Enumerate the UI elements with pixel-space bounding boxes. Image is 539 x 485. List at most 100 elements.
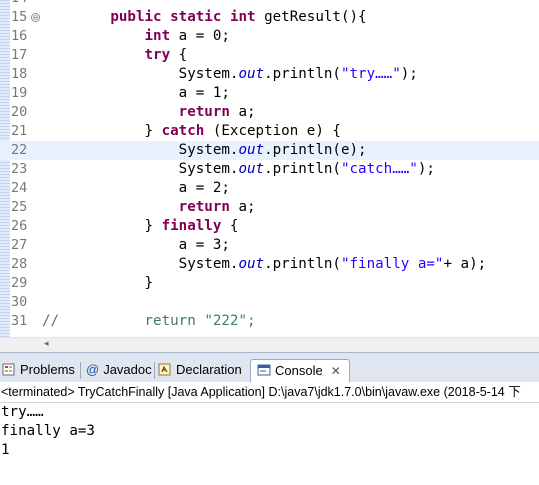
code-token: { — [221, 218, 239, 234]
code-token: a = 0; — [170, 28, 230, 44]
code-line[interactable]: 19 a = 1; — [0, 84, 539, 103]
fold-toggle-icon[interactable]: ⊖ — [31, 13, 40, 22]
code-line[interactable]: 18 System.out.println("try……"); — [0, 65, 539, 84]
console-line: finally a=3 — [1, 423, 95, 439]
code-text: } catch (Exception e) { — [42, 122, 341, 141]
console-output[interactable]: try…… finally a=3 1 — [0, 403, 539, 485]
line-number: 29 — [11, 275, 28, 291]
code-line[interactable]: 22 System.out.println(e); — [0, 141, 539, 160]
code-token: int — [144, 28, 171, 44]
line-number: 15 — [11, 9, 28, 25]
code-token: ); — [400, 66, 418, 82]
code-token: static — [170, 9, 222, 25]
code-text: try { — [42, 46, 188, 65]
code-token: System. — [42, 142, 239, 158]
line-number: 16 — [11, 28, 28, 44]
code-token: "finally a=" — [340, 256, 444, 272]
line-number: 28 — [11, 256, 28, 272]
code-text: System.out.println("finally a="+ a); — [42, 255, 487, 274]
code-token: { — [170, 47, 188, 63]
code-token: out — [238, 142, 265, 158]
code-text: public static int getResult(){ — [42, 8, 367, 27]
code-token: getResult(){ — [255, 9, 367, 25]
line-number: 18 — [11, 66, 28, 82]
code-token: "try……" — [340, 66, 401, 82]
code-token: .println( — [264, 161, 341, 177]
code-token: return — [178, 199, 230, 215]
code-text: a = 2; — [42, 179, 230, 198]
scroll-left-icon[interactable]: ◂ — [44, 339, 49, 349]
code-token: System. — [42, 256, 239, 272]
code-area[interactable]: 1415⊖ public static int getResult(){16 i… — [0, 0, 539, 331]
code-token: .println( — [264, 256, 341, 272]
code-token: try — [144, 47, 171, 63]
code-token: System. — [42, 66, 239, 82]
code-token: + a); — [443, 256, 487, 272]
tab-label: Javadoc — [103, 362, 152, 377]
code-token: out — [238, 256, 265, 272]
line-number: 20 — [11, 104, 28, 120]
problems-icon — [2, 361, 16, 376]
code-text: int a = 0; — [42, 27, 230, 46]
code-token: // — [42, 313, 60, 329]
code-token: (Exception e) { — [204, 123, 341, 139]
code-token: "222"; — [204, 313, 256, 329]
code-line[interactable]: 23 System.out.println("catch……"); — [0, 160, 539, 179]
code-token: return — [178, 104, 230, 120]
code-token: } — [42, 123, 162, 139]
code-line[interactable]: 26 } finally { — [0, 217, 539, 236]
code-token: int — [229, 9, 256, 25]
line-number: 25 — [11, 199, 28, 215]
code-line[interactable]: 25 return a; — [0, 198, 539, 217]
code-token: out — [238, 161, 265, 177]
tab-problems[interactable]: Problems — [2, 359, 75, 383]
declaration-icon — [158, 361, 172, 376]
code-token: a; — [229, 104, 256, 120]
code-token: a; — [229, 199, 256, 215]
tab-declaration[interactable]: Declaration — [158, 359, 242, 383]
code-line[interactable]: 17 try { — [0, 46, 539, 65]
code-text: System.out.println("try……"); — [42, 65, 418, 84]
code-token: a = 3; — [42, 237, 230, 253]
close-icon[interactable]: ✕ — [331, 360, 341, 382]
tab-console[interactable]: Console ✕ — [250, 359, 350, 383]
code-token: return — [144, 313, 196, 329]
code-text: return a; — [42, 198, 256, 217]
code-line[interactable]: 28 System.out.println("finally a="+ a); — [0, 255, 539, 274]
code-token: a = 2; — [42, 180, 230, 196]
line-number: 19 — [11, 85, 28, 101]
code-token: finally — [161, 218, 222, 234]
code-line[interactable]: 31 // return "222"; — [0, 312, 539, 331]
code-token: .println( — [264, 66, 341, 82]
code-line[interactable]: 30 — [0, 293, 539, 312]
view-tab-bar: Problems @ Javadoc Declaration Console ✕ — [0, 352, 539, 383]
code-token: public — [110, 9, 162, 25]
code-editor[interactable]: 1415⊖ public static int getResult(){16 i… — [0, 0, 539, 337]
code-text: a = 3; — [42, 236, 230, 255]
code-line[interactable]: 20 return a; — [0, 103, 539, 122]
code-line[interactable]: 21 } catch (Exception e) { — [0, 122, 539, 141]
line-number: 31 — [11, 313, 28, 329]
code-text: System.out.println("catch……"); — [42, 160, 435, 179]
tab-javadoc[interactable]: @ Javadoc — [86, 359, 152, 383]
horizontal-scrollbar[interactable]: ◂ — [0, 337, 539, 352]
tab-divider — [80, 362, 81, 379]
code-line[interactable]: 27 a = 3; — [0, 236, 539, 255]
code-line[interactable]: 15 ⊖ public static int getResult(){ — [0, 8, 539, 27]
code-token: } — [42, 218, 162, 234]
line-number: 30 — [11, 294, 28, 310]
at-icon: @ — [86, 362, 100, 377]
console-line: try…… — [1, 404, 44, 420]
code-token: a = 1; — [42, 85, 230, 101]
code-line[interactable]: 16 int a = 0; — [0, 27, 539, 46]
code-line[interactable]: 29 } — [0, 274, 539, 293]
code-text: } — [42, 274, 153, 293]
code-text: } finally { — [42, 217, 238, 236]
code-line[interactable]: 24 a = 2; — [0, 179, 539, 198]
tab-label: Problems — [20, 362, 75, 377]
code-line[interactable]: 14 — [0, 0, 539, 8]
